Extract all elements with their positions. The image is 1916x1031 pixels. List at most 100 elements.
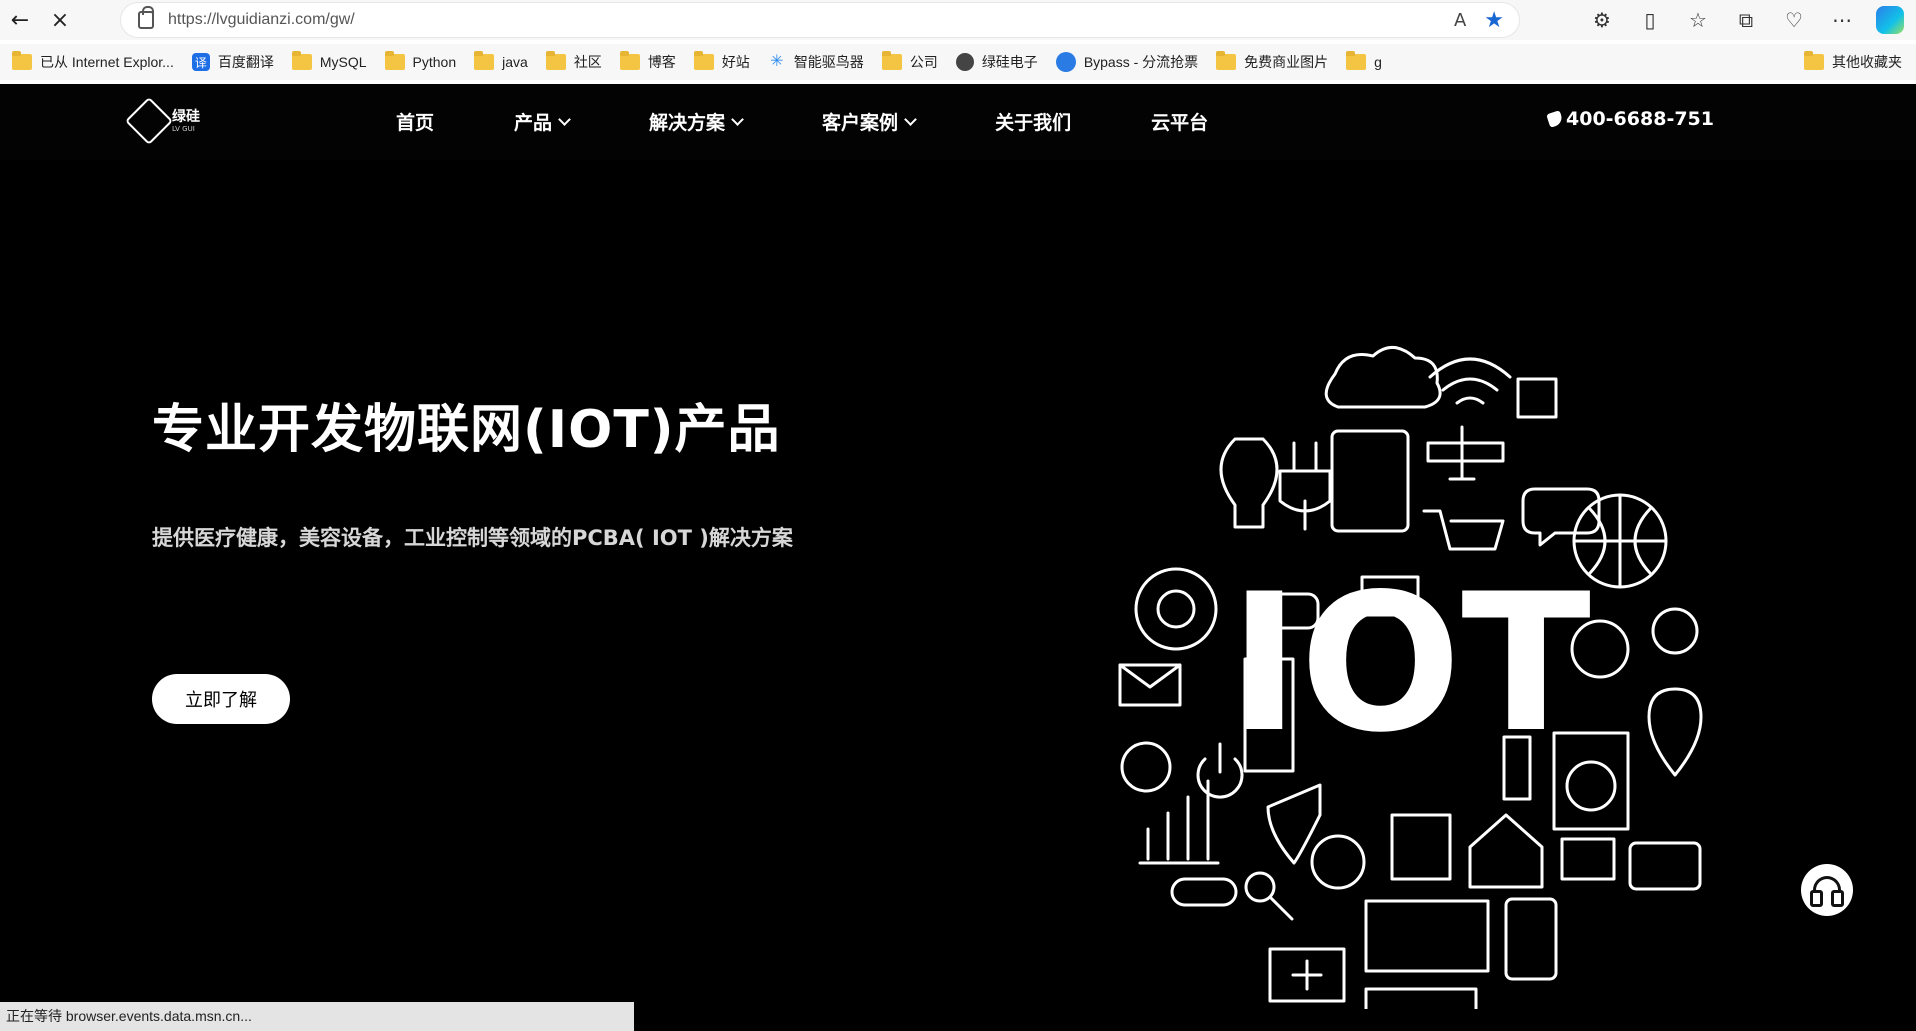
bookmark-item[interactable]: MySQL <box>291 48 367 76</box>
close-icon[interactable]: × <box>40 0 80 40</box>
split-screen-icon[interactable]: ▯ <box>1636 6 1664 34</box>
menu-label: 首页 <box>396 112 435 134</box>
address-bar[interactable]: https://lvguidianzi.com/gw/ A ★ <box>120 2 1520 38</box>
bookmark-item[interactable]: 好站 <box>693 48 750 76</box>
iot-text: IOT <box>1229 553 1591 774</box>
bookmark-item[interactable]: Bypass - 分流抢票 <box>1055 48 1199 76</box>
bookmark-item[interactable]: 译百度翻译 <box>191 48 274 76</box>
satellite-icon <box>1426 425 1505 481</box>
bypass-icon <box>1055 52 1076 72</box>
bookmark-item[interactable]: 博客 <box>619 48 676 76</box>
chevron-down-icon <box>558 112 571 126</box>
iot-illustration: IOT <box>1118 346 1703 1009</box>
website-page: 绿硅 LV GUI 首页 产品 解决方案 客户案例 关于我们 云平台 400-6… <box>0 84 1916 1031</box>
camera-lens-icon <box>1310 834 1366 890</box>
bookmark-label: 免费商业图片 <box>1244 54 1329 70</box>
menu-label: 解决方案 <box>649 112 726 134</box>
headset-icon <box>1810 876 1844 907</box>
translate-icon: 译 <box>191 53 210 71</box>
bookmark-item[interactable]: java <box>474 48 528 76</box>
bookmark-label: 公司 <box>909 54 938 70</box>
customer-support-button[interactable] <box>1801 864 1853 916</box>
learn-more-button[interactable]: 立即了解 <box>152 674 290 724</box>
url-text[interactable]: https://lvguidianzi.com/gw/ <box>168 11 355 29</box>
chevron-down-icon <box>904 112 917 126</box>
folder-icon <box>881 51 902 70</box>
bookmark-label: MySQL <box>319 54 367 70</box>
browser-status-bar: 正在等待 browser.events.data.msn.cn... <box>0 1002 634 1031</box>
site-icon <box>955 53 974 71</box>
bookmark-label: Bypass - 分流抢票 <box>1083 54 1199 70</box>
bookmark-label: 博客 <box>647 54 676 70</box>
other-bookmarks[interactable]: 其他收藏夹 <box>1804 48 1902 76</box>
phone-icon <box>1546 110 1564 128</box>
bookmark-label: 绿硅电子 <box>981 54 1038 70</box>
chat-icon <box>1521 487 1601 547</box>
read-aloud-icon[interactable]: A <box>1454 10 1466 31</box>
favorites-icon[interactable]: ☆ <box>1684 6 1712 34</box>
chip-icon <box>1516 377 1558 419</box>
favorite-star-icon[interactable]: ★ <box>1484 8 1504 33</box>
watch-icon <box>1120 741 1172 793</box>
folder-icon <box>474 51 495 70</box>
extensions-icon[interactable]: ⚙ <box>1588 6 1616 34</box>
menu-item-about[interactable]: 关于我们 <box>995 108 1071 135</box>
bookmark-item[interactable]: ✳ 智能驱鸟器 <box>768 48 864 76</box>
lock-icon <box>138 6 154 29</box>
sparkle-icon: ✳ <box>770 53 784 70</box>
site-logo[interactable]: 绿硅 LV GUI <box>124 96 200 146</box>
bookmarks-bar: 已从 Internet Explor... 译百度翻译 MySQL Python… <box>0 44 1916 80</box>
cart-icon <box>1422 509 1505 551</box>
other-bookmarks-label: 其他收藏夹 <box>1832 54 1902 70</box>
shield-icon <box>1266 783 1322 865</box>
bookmark-item[interactable]: 公司 <box>881 48 938 76</box>
bookmark-label: Python <box>412 54 457 70</box>
camera-icon <box>1628 841 1702 891</box>
bookmark-label: g <box>1374 54 1382 70</box>
gamepad-icon <box>1170 877 1238 907</box>
menu-item-products[interactable]: 产品 <box>514 108 571 135</box>
folder-icon <box>693 51 714 70</box>
hero-title: 专业开发物联网(IOT)产品 <box>152 400 781 460</box>
bookmark-item[interactable]: 已从 Internet Explor... <box>12 48 174 76</box>
bookmark-item[interactable]: g <box>1346 48 1382 76</box>
logo-text: 绿硅 <box>172 108 200 125</box>
collections-icon[interactable]: ⧉ <box>1732 6 1760 34</box>
menu-item-cloud[interactable]: 云平台 <box>1151 108 1208 135</box>
cloud-icon <box>1324 346 1442 409</box>
bookmark-label: 好站 <box>721 54 750 70</box>
building-icon <box>1364 987 1478 1009</box>
phone-number: 400-6688-751 <box>1566 108 1714 130</box>
folder-icon <box>1346 51 1367 70</box>
bookmark-label: 智能驱鸟器 <box>793 54 864 70</box>
bookmark-item[interactable]: Python <box>384 48 457 76</box>
back-arrow-icon[interactable]: ← <box>0 0 40 40</box>
folder-icon <box>384 51 405 70</box>
menu-item-home[interactable]: 首页 <box>396 108 434 135</box>
bookmark-label: 已从 Internet Explor... <box>40 54 174 70</box>
phone-contact[interactable]: 400-6688-751 <box>1546 108 1714 130</box>
location-pin-icon <box>1647 687 1703 777</box>
bookmark-item[interactable]: 绿硅电子 <box>955 48 1038 76</box>
robot-vacuum-icon <box>1134 567 1218 651</box>
menu-label: 客户案例 <box>822 112 899 134</box>
lightbulb-icon <box>1219 437 1279 529</box>
bookmark-label: 百度翻译 <box>217 54 274 70</box>
bookmark-item[interactable]: 免费商业图片 <box>1216 48 1328 76</box>
menu-item-cases[interactable]: 客户案例 <box>822 108 917 135</box>
tablet-icon <box>1330 429 1410 533</box>
bookmark-label: 社区 <box>573 54 602 70</box>
more-icon[interactable]: ⋯ <box>1828 6 1856 34</box>
copilot-icon[interactable] <box>1876 6 1904 34</box>
site-menu: 首页 产品 解决方案 客户案例 关于我们 云平台 <box>396 108 1288 135</box>
plug-icon <box>1278 441 1332 531</box>
menu-label: 云平台 <box>1151 112 1209 134</box>
resize-icon <box>1560 837 1616 881</box>
performance-icon[interactable]: ♡ <box>1780 6 1808 34</box>
folder-icon <box>1804 51 1824 70</box>
logo-subtext: LV GUI <box>172 124 195 133</box>
menu-item-solutions[interactable]: 解决方案 <box>649 108 744 135</box>
bookmark-label: java <box>502 54 528 70</box>
folder-icon <box>1216 51 1237 70</box>
bookmark-item[interactable]: 社区 <box>545 48 602 76</box>
